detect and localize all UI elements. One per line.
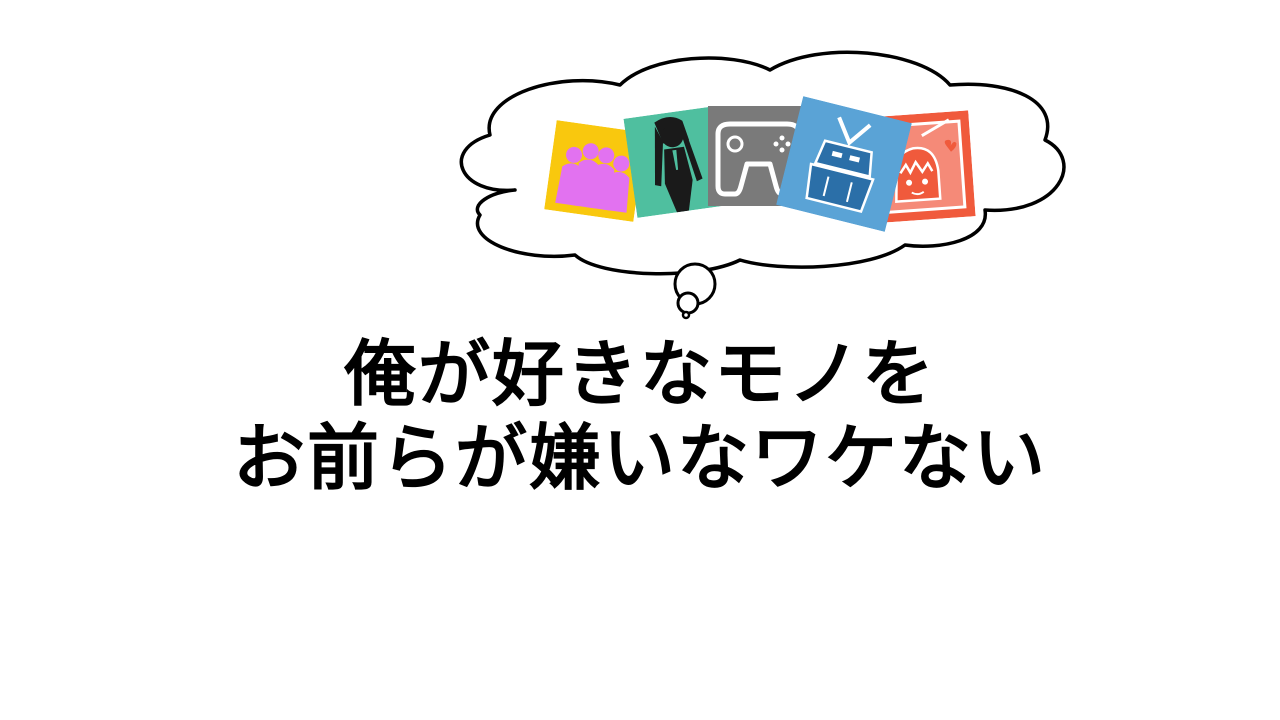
headline-line-1: 俺が好きなモノを: [343, 332, 936, 416]
headline-line-2: お前らが嫌いなワケない: [232, 416, 1047, 500]
thought-trail-small: [681, 310, 691, 320]
thought-trail-medium: [676, 291, 700, 315]
slide-canvas: 俺が好きなモノを お前らが嫌いなワケない: [0, 0, 1280, 720]
